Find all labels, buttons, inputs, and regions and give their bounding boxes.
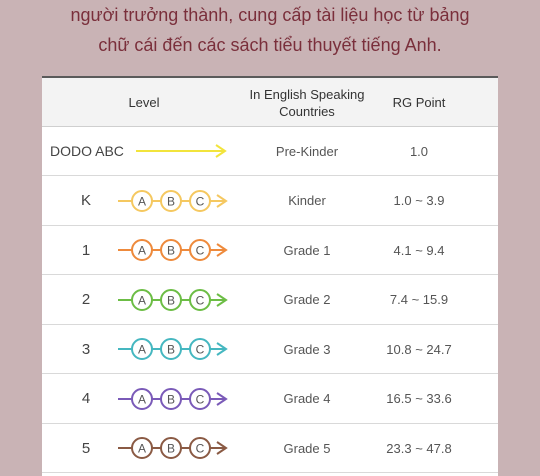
stage-letter: B [167,194,175,208]
header-countries-line1: In English Speaking [249,86,365,102]
table-row: DODO ABC Pre-Kinder 1.0 [42,127,498,176]
stage-letter: C [196,442,205,456]
header-rg-point: RG Point [392,95,446,110]
stage-letter: C [196,194,205,208]
stage-letter: B [167,343,175,357]
table-row: 3 A B C Grade 3 10.8 ~ 24.7 [42,325,498,374]
level-arrow-graphic: A B C [112,276,232,324]
row-rg-point: 1.0 [409,143,429,159]
stage-letter: C [196,244,205,258]
stage-letter: A [138,392,146,406]
table-row: K A B C Kinder 1.0 ~ 3.9 [42,177,498,226]
header-countries-line2: Countries [279,103,335,119]
header-level: Level [128,95,160,110]
stage-letter: A [138,343,146,357]
arrow-icon: A B C [118,338,228,360]
arrow-icon: A B C [118,288,228,311]
level-arrow-graphic: A B C [112,177,232,225]
arrow-icon [136,144,227,158]
stage-letter: A [138,244,146,258]
row-rg-point: 4.1 ~ 9.4 [393,242,445,258]
stage-letter: C [196,293,205,307]
row-rg-point: 16.5 ~ 33.6 [386,391,452,406]
intro-line-2: chữ cái đến các sách tiểu thuyết tiếng A… [98,35,442,55]
row-rg-point: 23.3 ~ 47.8 [386,440,452,456]
table-header: Level In English Speaking Countries RG P… [42,76,498,127]
table-row: 4 A B C Grade 4 16.5 ~ 33.6 [42,375,498,424]
row-rg-point: 7.4 ~ 15.9 [389,292,449,307]
stage-letter: A [138,442,146,456]
stage-letter: B [167,442,175,456]
intro-line-1: người trưởng thành, cung cấp tài liệu họ… [70,5,470,25]
row-rg-point: 1.0 ~ 3.9 [393,193,445,208]
level-arrow-graphic: A B C [112,424,232,472]
stage-letter: B [167,392,175,406]
level-table: Level In English Speaking Countries RG P… [42,76,498,476]
stage-letter: B [167,244,175,258]
level-arrow-graphic: A B C [112,325,232,373]
stage-letter: A [138,293,146,307]
intro-text: người trưởng thành, cung cấp tài liệu họ… [0,0,540,60]
stage-letter: C [196,392,205,406]
level-arrow-graphic [112,127,232,175]
stage-letter: C [196,343,205,357]
table-row: 5 A B C Grade 5 23.3 ~ 47.8 [42,424,498,473]
arrow-icon: A B C [118,239,228,261]
row-rg-point: 10.8 ~ 24.7 [386,341,452,357]
arrow-icon: A B C [118,387,228,410]
level-arrow-graphic: A B C [112,375,232,423]
table-row: 1 A B C Grade 1 4.1 ~ 9.4 [42,226,498,275]
table-row: 2 A B C Grade 2 7.4 ~ 15.9 [42,276,498,325]
stage-letter: A [138,194,146,208]
arrow-icon: A B C [118,437,228,459]
stage-letter: B [167,293,175,307]
arrow-icon: A B C [118,189,228,212]
level-arrow-graphic: A B C [112,226,232,274]
